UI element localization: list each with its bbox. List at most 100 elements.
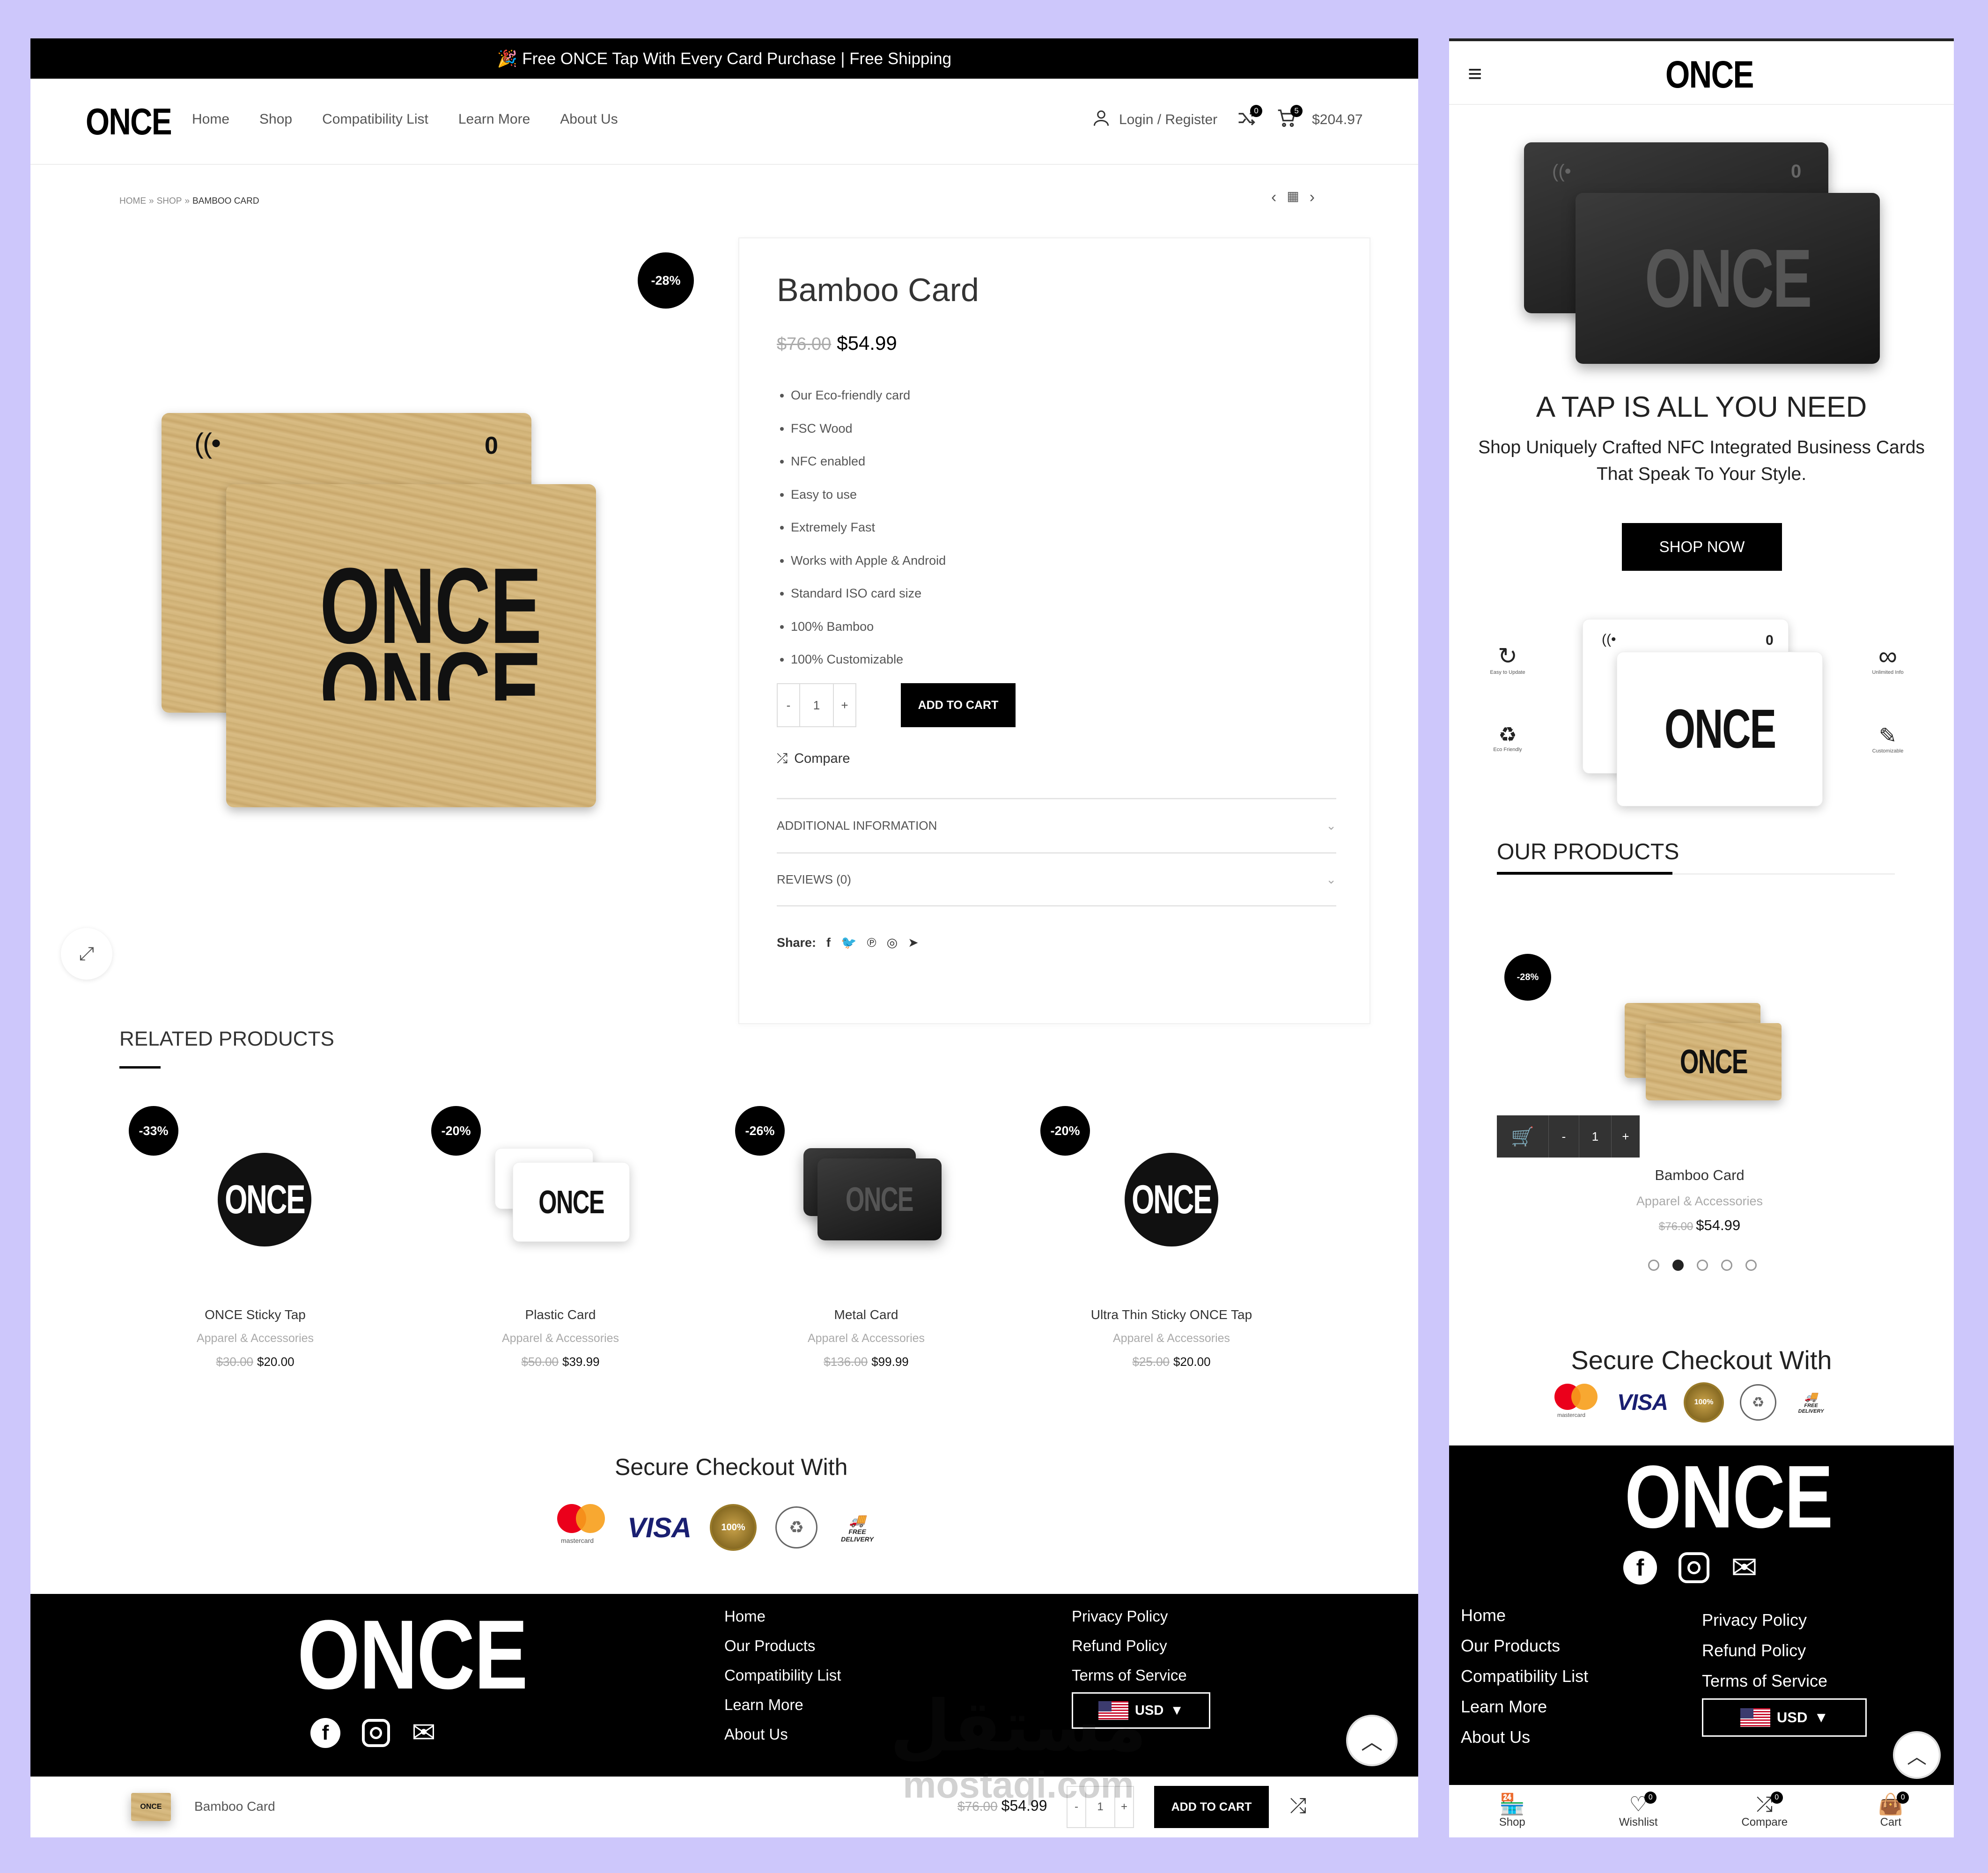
cart-total[interactable]: $204.97 xyxy=(1312,112,1362,128)
footer-link-learn-more[interactable]: Learn More xyxy=(1461,1691,1588,1722)
carousel-dot[interactable] xyxy=(1721,1260,1732,1271)
related-product-card[interactable]: -26% ONCE Metal Card Apparel & Accessori… xyxy=(735,1106,997,1369)
instagram-icon[interactable] xyxy=(1679,1552,1709,1583)
twitter-icon[interactable]: 🐦 xyxy=(841,935,857,950)
product-category[interactable]: Apparel & Accessories xyxy=(1040,1332,1303,1345)
footer-link-products[interactable]: Our Products xyxy=(1461,1630,1588,1661)
related-product-card[interactable]: -20% ONCE Ultra Thin Sticky ONCE Tap App… xyxy=(1040,1106,1303,1369)
product-category[interactable]: Apparel & Accessories xyxy=(735,1332,997,1345)
bottom-nav-cart[interactable]: 👜 Cart 0 xyxy=(1855,1792,1926,1829)
product-name[interactable]: Plastic Card xyxy=(429,1307,692,1322)
facebook-icon[interactable]: f xyxy=(1623,1551,1657,1585)
add-to-cart-button[interactable]: ADD TO CART xyxy=(901,683,1016,727)
nav-about[interactable]: About Us xyxy=(560,111,618,127)
footer-links-policy: Privacy Policy Refund Policy Terms of Se… xyxy=(1702,1605,1827,1696)
footer-link-home[interactable]: Home xyxy=(1461,1600,1588,1630)
product-name[interactable]: Metal Card xyxy=(735,1307,997,1322)
grid-icon[interactable]: ▦ xyxy=(1287,188,1299,206)
product-category[interactable]: Apparel & Accessories xyxy=(429,1332,692,1345)
hamburger-menu-icon[interactable]: ≡ xyxy=(1468,60,1482,88)
product-category[interactable]: Apparel & Accessories xyxy=(1606,1194,1793,1209)
breadcrumb-home[interactable]: HOME xyxy=(119,196,146,206)
currency-selector[interactable]: USD ▼ xyxy=(1072,1692,1210,1729)
carousel-dot-active[interactable] xyxy=(1672,1260,1684,1271)
product-thumbnail[interactable]: ONCE xyxy=(124,1106,386,1246)
expand-image-button[interactable]: ⤢ xyxy=(61,928,112,980)
breadcrumb-shop[interactable]: SHOP xyxy=(157,196,182,206)
footer-link-compatibility[interactable]: Compatibility List xyxy=(1461,1661,1588,1691)
site-logo[interactable]: ONCE xyxy=(86,98,190,145)
accordion-reviews[interactable]: REVIEWS (0) ⌄ xyxy=(777,852,1336,907)
qty-input[interactable]: 1 xyxy=(1086,1787,1114,1827)
footer-link-compatibility[interactable]: Compatibility List xyxy=(724,1660,841,1690)
footer-link-about[interactable]: About Us xyxy=(1461,1722,1588,1752)
nav-compatibility[interactable]: Compatibility List xyxy=(322,111,428,127)
shop-now-button[interactable]: SHOP NOW xyxy=(1622,523,1782,571)
compare-link[interactable]: ⤮ Compare xyxy=(777,751,850,767)
login-register-link[interactable]: Login / Register xyxy=(1119,112,1217,128)
footer-link-home[interactable]: Home xyxy=(724,1601,841,1631)
email-icon[interactable]: ✉ xyxy=(412,1718,436,1748)
product-thumbnail[interactable]: ONCE xyxy=(429,1106,692,1246)
footer-link-privacy[interactable]: Privacy Policy xyxy=(1072,1601,1187,1631)
footer-link-learn-more[interactable]: Learn More xyxy=(724,1690,841,1719)
product-thumbnail[interactable]: ONCE xyxy=(735,1106,997,1246)
related-product-card[interactable]: -33% ONCE ONCE Sticky Tap Apparel & Acce… xyxy=(124,1106,386,1369)
footer-link-refund[interactable]: Refund Policy xyxy=(1702,1635,1827,1666)
nav-shop[interactable]: Shop xyxy=(259,111,292,127)
currency-selector[interactable]: USD ▼ xyxy=(1702,1698,1867,1737)
qty-minus-button[interactable]: - xyxy=(1548,1115,1579,1158)
qty-minus-button[interactable]: - xyxy=(778,684,800,726)
facebook-icon[interactable]: f xyxy=(826,936,831,950)
product-name[interactable]: Bamboo Card xyxy=(1606,1167,1793,1184)
product-image[interactable]: ((• 0 ONCE ONCE xyxy=(157,413,625,858)
footer-logo[interactable]: ONCE xyxy=(297,1606,578,1704)
sticky-add-to-cart-button[interactable]: ADD TO CART xyxy=(1154,1786,1269,1828)
footer-link-terms[interactable]: Terms of Service xyxy=(1072,1660,1187,1690)
telegram-icon[interactable]: ➤ xyxy=(908,936,919,950)
scroll-top-button[interactable]: ︿ xyxy=(1893,1731,1941,1779)
product-thumbnail[interactable]: ONCE xyxy=(1040,1106,1303,1246)
footer-link-products[interactable]: Our Products xyxy=(724,1631,841,1660)
mobile-product-card-front[interactable]: ONCE xyxy=(1646,1023,1782,1100)
scroll-top-button[interactable]: ︿ xyxy=(1346,1715,1398,1766)
footer-link-about[interactable]: About Us xyxy=(724,1719,841,1749)
email-icon[interactable]: ✉ xyxy=(1731,1552,1758,1584)
product-name[interactable]: ONCE Sticky Tap xyxy=(124,1307,386,1322)
prev-product-icon[interactable]: ‹ xyxy=(1271,188,1276,206)
qty-input[interactable]: 1 xyxy=(1579,1115,1612,1158)
accordion-additional-info[interactable]: ADDITIONAL INFORMATION ⌄ xyxy=(777,798,1336,852)
pinterest-icon[interactable]: ℗ xyxy=(867,936,876,950)
nav-learn-more[interactable]: Learn More xyxy=(458,111,530,127)
carousel-dot[interactable] xyxy=(1697,1260,1708,1271)
next-product-icon[interactable]: › xyxy=(1310,188,1315,206)
user-icon[interactable] xyxy=(1091,108,1112,132)
footer-link-terms[interactable]: Terms of Service xyxy=(1702,1666,1827,1696)
carousel-dot[interactable] xyxy=(1648,1260,1659,1271)
qty-plus-button[interactable]: + xyxy=(1612,1115,1640,1158)
sticky-compare-icon[interactable]: ⤮ xyxy=(1290,1794,1306,1818)
bamboo-card-front: ONCE ONCE xyxy=(226,484,596,807)
nav-home[interactable]: Home xyxy=(192,111,229,127)
compare-icon[interactable]: 0 xyxy=(1236,105,1263,132)
qty-input[interactable]: 1 xyxy=(800,684,833,726)
carousel-dot[interactable] xyxy=(1745,1260,1757,1271)
bottom-nav-compare[interactable]: ⤮ Compare 0 xyxy=(1730,1792,1800,1829)
qty-plus-button[interactable]: + xyxy=(1114,1787,1133,1827)
footer-link-refund[interactable]: Refund Policy xyxy=(1072,1631,1187,1660)
mobile-logo[interactable]: ONCE xyxy=(1665,52,1773,98)
add-to-cart-icon[interactable]: 🛒 xyxy=(1497,1115,1548,1158)
footer-link-privacy[interactable]: Privacy Policy xyxy=(1702,1605,1827,1635)
whatsapp-icon[interactable]: ◎ xyxy=(887,936,898,950)
footer-logo[interactable]: ONCE xyxy=(1625,1453,1878,1541)
product-category[interactable]: Apparel & Accessories xyxy=(124,1332,386,1345)
facebook-icon[interactable]: f xyxy=(310,1718,340,1748)
cart-icon[interactable]: 5 xyxy=(1275,105,1303,132)
product-name[interactable]: Ultra Thin Sticky ONCE Tap xyxy=(1040,1307,1303,1322)
bottom-nav-shop[interactable]: 🏪 Shop xyxy=(1477,1793,1547,1829)
instagram-icon[interactable] xyxy=(362,1719,390,1747)
bottom-nav-wishlist[interactable]: ♡ Wishlist 0 xyxy=(1603,1792,1673,1829)
qty-plus-button[interactable]: + xyxy=(833,684,855,726)
qty-minus-button[interactable]: - xyxy=(1068,1787,1086,1827)
related-product-card[interactable]: -20% ONCE Plastic Card Apparel & Accesso… xyxy=(429,1106,692,1369)
